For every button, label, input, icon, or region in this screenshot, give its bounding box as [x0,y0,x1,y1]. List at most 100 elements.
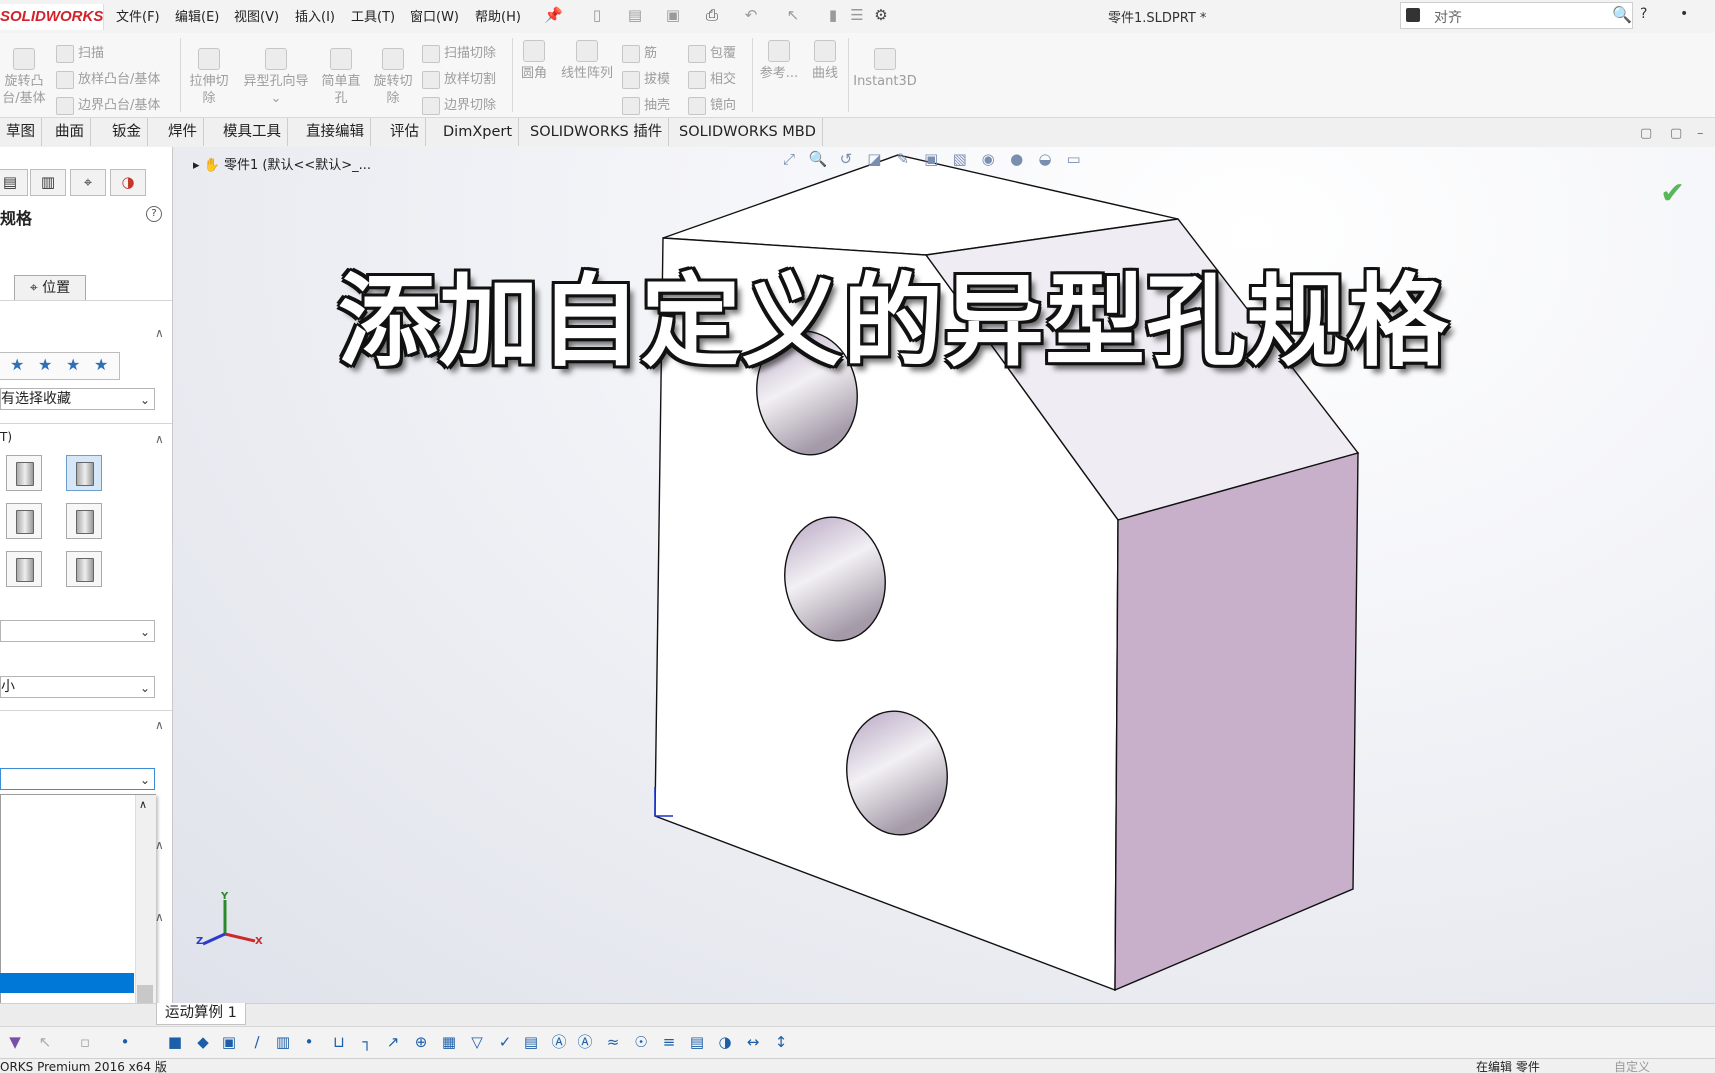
sketch-icon[interactable]: ⊔ [330,1033,348,1051]
sweep-button[interactable]: 扫描 [56,42,104,63]
rib-button[interactable]: 筋 [622,42,657,63]
zoom-to-fit-icon[interactable]: ⤢ [780,150,798,168]
menu-edit[interactable]: 编辑(E) [175,6,219,25]
end-condition-select[interactable]: ⌄ [0,768,155,790]
intersect-button[interactable]: 相交 [688,68,736,89]
check-icon[interactable]: ✓ [496,1033,514,1051]
viewport-tile-icon[interactable]: ▢ [1670,126,1682,141]
swept-cut-button[interactable]: 扫描切除 [422,42,496,63]
axis-icon[interactable]: • [300,1033,318,1051]
menu-insert[interactable]: 插入(I) [295,6,335,25]
open-file-icon[interactable]: ▤ [626,6,644,24]
hole-wizard-button[interactable]: 异型孔向导 ⌄ [238,48,314,107]
view-orientation-icon[interactable]: ▣ [922,150,940,168]
pin-menu-icon[interactable]: • [1680,6,1688,22]
collapse-chevron-icon[interactable]: ∧ [155,838,164,852]
size-select[interactable]: 小 ⌄ [0,676,155,698]
viewport-restore-icon[interactable]: ▢ [1640,126,1652,141]
appearance-tab[interactable]: ◑ [110,169,146,196]
print-icon[interactable]: ⎙ [703,6,721,24]
tab-mold-tools[interactable]: 模具工具 [217,118,288,146]
chevron-down-icon[interactable]: ⌄ [271,91,282,106]
remove-favorite-icon[interactable]: ★ [38,355,52,374]
apply-scene-icon[interactable]: ◒ [1036,150,1054,168]
draft-button[interactable]: 拔模 [622,68,670,89]
previous-view-icon[interactable]: ↺ [837,150,855,168]
note-icon[interactable]: ▤ [522,1033,540,1051]
shell-button[interactable]: 抽壳 [622,94,670,115]
feature-tree-tab[interactable]: ▤ [0,169,28,196]
menu-help[interactable]: 帮助(H) [475,6,521,25]
grid-icon[interactable]: ▦ [440,1033,458,1051]
dropdown-selected-item[interactable] [0,973,134,993]
tapped-hole-button[interactable] [66,503,102,539]
help-icon[interactable]: ? [1640,6,1647,22]
counterbore-hole-button[interactable] [6,455,42,491]
relation-icon[interactable]: ↗ [384,1033,402,1051]
line-icon[interactable]: ∕ [248,1033,266,1051]
select-cursor-icon[interactable]: ↖ [36,1033,54,1051]
extrude-cut-button[interactable]: 拉伸切 除 [184,48,234,107]
help-icon[interactable]: ? [146,206,162,222]
load-favorite-icon[interactable]: ★ [94,355,108,374]
tab-direct-editing[interactable]: 直接编辑 [300,118,371,146]
new-file-icon[interactable]: ▯ [588,6,606,24]
simple-hole-button[interactable]: 简单直 孔 [316,48,366,107]
undo-icon[interactable]: ↶ [742,6,760,24]
plane-icon[interactable]: ▥ [274,1033,292,1051]
move-icon[interactable]: ↔ [744,1033,762,1051]
scroll-up-icon[interactable]: ∧ [139,798,147,811]
wrap-button[interactable]: 包覆 [688,42,736,63]
dimension-icon[interactable]: ┐ [358,1033,376,1051]
tab-sketch[interactable]: 草图 [0,118,42,146]
collapse-chevron-icon[interactable]: ∧ [155,718,164,732]
right-face[interactable] [1114,452,1359,992]
section-view-icon[interactable]: ◪ [865,150,883,168]
add-favorite-icon[interactable]: ★ [10,355,24,374]
datum-icon[interactable]: Ⓐ [550,1033,568,1051]
save-favorite-icon[interactable]: ★ [66,355,80,374]
pipe-tap-button[interactable] [6,551,42,587]
zoom-to-area-icon[interactable]: 🔍 [808,150,827,168]
standard-select[interactable]: ⌄ [0,620,155,642]
save-icon[interactable]: ▣ [664,6,682,24]
confirm-check-icon[interactable]: ✔ [1660,176,1685,211]
tab-evaluate[interactable]: 评估 [384,118,426,146]
menu-file[interactable]: 文件(F) [116,6,160,25]
linear-pattern-button[interactable]: 线性阵列 [556,40,618,82]
dynamic-annotation-icon[interactable]: ✎ [894,150,912,168]
select-cursor-icon[interactable]: ↖ [784,6,802,24]
mirror-button[interactable]: 镜向 [688,94,736,115]
point-icon[interactable]: • [116,1033,134,1051]
pie-icon[interactable]: ◑ [716,1033,734,1051]
search-icon[interactable]: 🔍 [1612,5,1632,24]
edge-select-icon[interactable]: ◆ [194,1033,212,1051]
lofted-cut-button[interactable]: 放样切割 [422,68,496,89]
motion-study-tab[interactable]: 运动算例 1 [156,1003,246,1025]
file-properties-icon[interactable]: ☰ [848,6,866,24]
collapse-chevron-icon[interactable]: ∧ [155,910,164,924]
reference-geometry-button[interactable]: 参考... [756,40,802,82]
collapse-chevron-icon[interactable]: ∧ [155,432,164,446]
solidworks-logo[interactable]: SOLIDWORKS [0,4,104,30]
countersink-hole-button[interactable] [66,455,102,491]
boundary-boss-button[interactable]: 边界凸台/基体 [56,94,160,115]
rebuild-icon[interactable]: ▮ [824,6,842,24]
tab-weldments[interactable]: 焊件 [162,118,204,146]
menu-window[interactable]: 窗口(W) [410,6,459,25]
tab-solidworks-mbd[interactable]: SOLIDWORKS MBD [673,118,823,146]
tab-surfaces[interactable]: 曲面 [49,118,91,146]
center-mark-icon[interactable]: ⊕ [412,1033,430,1051]
weld-icon[interactable]: ≈ [604,1033,622,1051]
tab-dimxpert[interactable]: DimXpert [437,118,520,146]
custom-status[interactable]: 自定义 [1614,1059,1650,1073]
curves-button[interactable]: 曲线 [806,40,844,82]
select-options-icon[interactable]: ▫ [76,1033,94,1051]
collapse-chevron-icon[interactable]: ∧ [155,326,164,340]
body-select-icon[interactable]: ▣ [220,1033,238,1051]
scroll-thumb[interactable] [137,985,153,1005]
text-icon[interactable]: Ⓐ [576,1033,594,1051]
filter-icon[interactable]: ▼ [6,1033,24,1051]
table-icon[interactable]: ▤ [688,1033,706,1051]
face-select-icon[interactable]: ■ [166,1033,184,1051]
